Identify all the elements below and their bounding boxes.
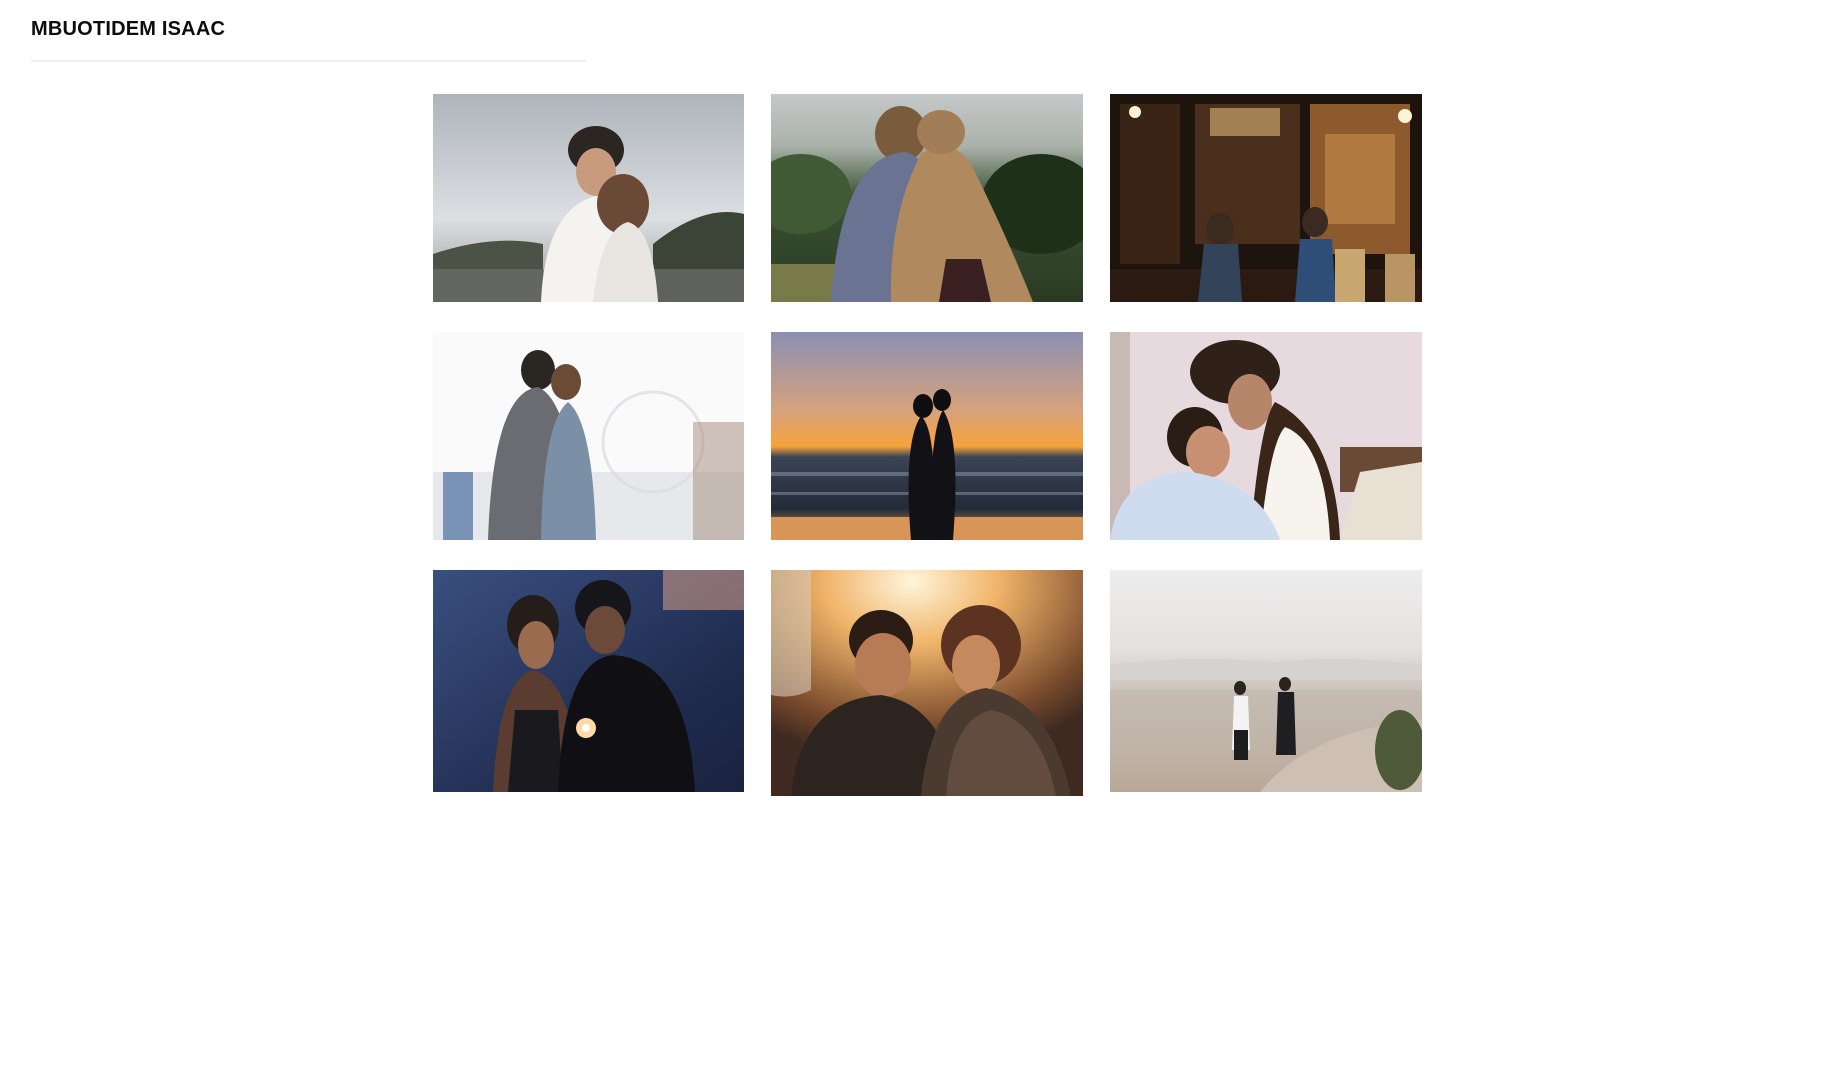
- photo-4-image: [433, 332, 744, 540]
- photo-1-image: [433, 94, 744, 302]
- photo-5-image: [771, 332, 1083, 540]
- photo-gallery: [0, 0, 1840, 1086]
- gallery-photo-8[interactable]: [771, 570, 1083, 796]
- gallery-photo-1[interactable]: [433, 94, 744, 302]
- photo-3-image: [1110, 94, 1422, 302]
- photo-7-image: [433, 570, 744, 792]
- gallery-photo-4[interactable]: [433, 332, 744, 540]
- gallery-photo-9[interactable]: [1110, 570, 1422, 792]
- photo-8-image: [771, 570, 1083, 796]
- photo-2-image: [771, 94, 1083, 302]
- gallery-photo-6[interactable]: [1110, 332, 1422, 540]
- gallery-photo-7[interactable]: [433, 570, 744, 792]
- photo-6-image: [1110, 332, 1422, 540]
- gallery-photo-3[interactable]: [1110, 94, 1422, 302]
- gallery-photo-5[interactable]: [771, 332, 1083, 540]
- gallery-photo-2[interactable]: [771, 94, 1083, 302]
- photo-9-image: [1110, 570, 1422, 792]
